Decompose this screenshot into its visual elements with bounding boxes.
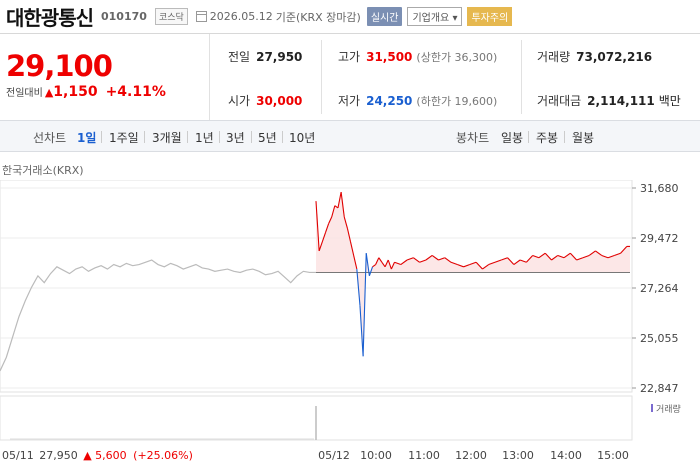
tab-separator: [219, 131, 220, 143]
up-triangle-icon: ▲: [44, 86, 54, 99]
stat-amount: 거래대금 2,114,111 백만: [537, 92, 681, 109]
current-price: 29,100: [6, 49, 113, 83]
line-chart-label: 선차트: [33, 131, 67, 145]
tab-separator: [528, 131, 529, 143]
y-tick-label: 29,472: [640, 232, 679, 245]
prev-day-date: 05/11: [2, 449, 34, 462]
tab-separator: [251, 131, 252, 143]
stat-upper-limit: (상한가 36,300): [416, 51, 498, 64]
trade-basis: 기준(KRX 장마감): [275, 10, 361, 24]
x-tick-label: 10:00: [360, 449, 392, 462]
tab-weekly[interactable]: 주봉: [536, 129, 558, 146]
stat-volume-label: 거래량: [537, 50, 571, 64]
volume-legend-label: 거래량: [656, 403, 681, 415]
y-tick-label: 22,847: [640, 382, 679, 395]
stat-lower-limit: (하한가 19,600): [416, 95, 498, 108]
chart-tabs: 선차트 1일 1주일 3개월 1년 3년 5년 10년 봉차트 일봉 주봉 월봉: [0, 120, 700, 152]
trade-date: 2026.05.12: [209, 10, 273, 23]
stat-high-value: 31,500: [366, 50, 413, 64]
stat-amount-label: 거래대금: [537, 94, 582, 108]
tab-1y[interactable]: 1년: [195, 129, 214, 146]
stat-prev: 전일 27,950: [228, 48, 302, 65]
stats-panel: 전일 27,950 고가 31,500 (상한가 36,300) 거래량 73,072,…: [210, 34, 700, 120]
stock-header: 대한광통신 010170 코스닥 2026.05.12 기준(KRX 장마감) …: [0, 0, 700, 34]
stats-divider: [321, 40, 322, 114]
stat-high-label: 고가: [338, 50, 361, 64]
tab-5y[interactable]: 5년: [258, 129, 277, 146]
stat-open-value: 30,000: [256, 94, 303, 108]
stock-page: 대한광통신 010170 코스닥 2026.05.12 기준(KRX 장마감) …: [0, 0, 700, 470]
change-percent: +4.11%: [105, 84, 166, 100]
tab-monthly[interactable]: 월봉: [572, 129, 594, 146]
stat-volume: 거래량 73,072,216: [537, 48, 652, 65]
tab-3y[interactable]: 3년: [226, 129, 245, 146]
stock-code: 010170: [101, 10, 147, 23]
tab-separator: [144, 131, 145, 143]
x-tick-label: 11:00: [408, 449, 440, 462]
y-axis: 31,680 29,472 27,264 25,055 22,847: [632, 182, 679, 395]
tab-separator: [101, 131, 102, 143]
tab-daily[interactable]: 일봉: [501, 129, 523, 146]
change-label: 전일대비: [6, 88, 43, 99]
y-tick-label: 25,055: [640, 332, 679, 345]
tab-10y[interactable]: 10년: [289, 129, 315, 146]
prev-day-change: 5,600: [95, 449, 127, 462]
stat-volume-value: 73,072,216: [576, 50, 653, 64]
prev-day-summary: 05/11 27,950 ▲ 5,600 (+25.06%): [2, 449, 193, 462]
stat-prev-label: 전일: [228, 50, 251, 64]
x-tick-label: 12:00: [455, 449, 487, 462]
x-tick-label: 14:00: [550, 449, 582, 462]
tab-separator: [187, 131, 188, 143]
prev-day-close: 27,950: [39, 449, 78, 462]
up-triangle-icon: ▲: [83, 449, 92, 462]
tab-separator: [564, 131, 565, 143]
price-chart[interactable]: 31,680 29,472 27,264 25,055 22,847 거래량 05/12…: [0, 180, 700, 470]
corp-info-dropdown[interactable]: 기업개요 ▾: [407, 7, 463, 26]
tab-1d[interactable]: 1일: [77, 129, 96, 146]
price-change: 전일대비 ▲ 1,150 +4.11%: [6, 84, 209, 100]
stat-open-label: 시가: [228, 94, 251, 108]
x-tick-label: 13:00: [502, 449, 534, 462]
stat-prev-value: 27,950: [256, 50, 303, 64]
candle-chart-label: 봉차트: [456, 131, 490, 145]
stat-amount-value: 2,114,111: [587, 94, 655, 108]
x-tick-label: 15:00: [597, 449, 629, 462]
chevron-down-icon: ▾: [449, 13, 458, 24]
stat-open: 시가 30,000: [228, 92, 302, 109]
volume-panel: 거래량: [0, 395, 681, 441]
stock-name: 대한광통신: [6, 6, 94, 30]
price-block: 29,100 전일대비 ▲ 1,150 +4.11%: [0, 34, 210, 120]
volume-legend-swatch: [651, 404, 653, 412]
price-chart-svg: 31,680 29,472 27,264 25,055 22,847 거래량 05/12…: [0, 180, 681, 462]
warning-badge: 투자주의: [467, 7, 513, 26]
stat-amount-unit: 백만: [658, 94, 681, 108]
stat-high: 고가 31,500 (상한가 36,300): [338, 48, 497, 65]
tab-1w[interactable]: 1주일: [109, 129, 139, 146]
tab-separator: [282, 131, 283, 143]
calendar-icon: [195, 11, 207, 22]
x-axis: 05/12 10:00 11:00 12:00 13:00 14:00 15:00: [318, 449, 629, 462]
y-tick-label: 31,680: [640, 182, 679, 195]
data-source: 한국거래소(KRX): [2, 164, 84, 177]
stat-low-label: 저가: [338, 94, 361, 108]
realtime-button[interactable]: 실시간: [366, 7, 403, 26]
stats-divider: [521, 40, 522, 114]
stat-low: 저가 24,250 (하한가 19,600): [338, 92, 497, 109]
x-tick-label: 05/12: [318, 449, 350, 462]
corp-info-label: 기업개요: [412, 13, 450, 24]
y-tick-label: 27,264: [640, 282, 679, 295]
tab-3m[interactable]: 3개월: [152, 129, 182, 146]
stat-low-value: 24,250: [366, 94, 413, 108]
prev-day-percent: (+25.06%): [133, 449, 193, 462]
market-badge: 코스닥: [154, 8, 188, 25]
change-value: 1,150: [53, 84, 98, 100]
